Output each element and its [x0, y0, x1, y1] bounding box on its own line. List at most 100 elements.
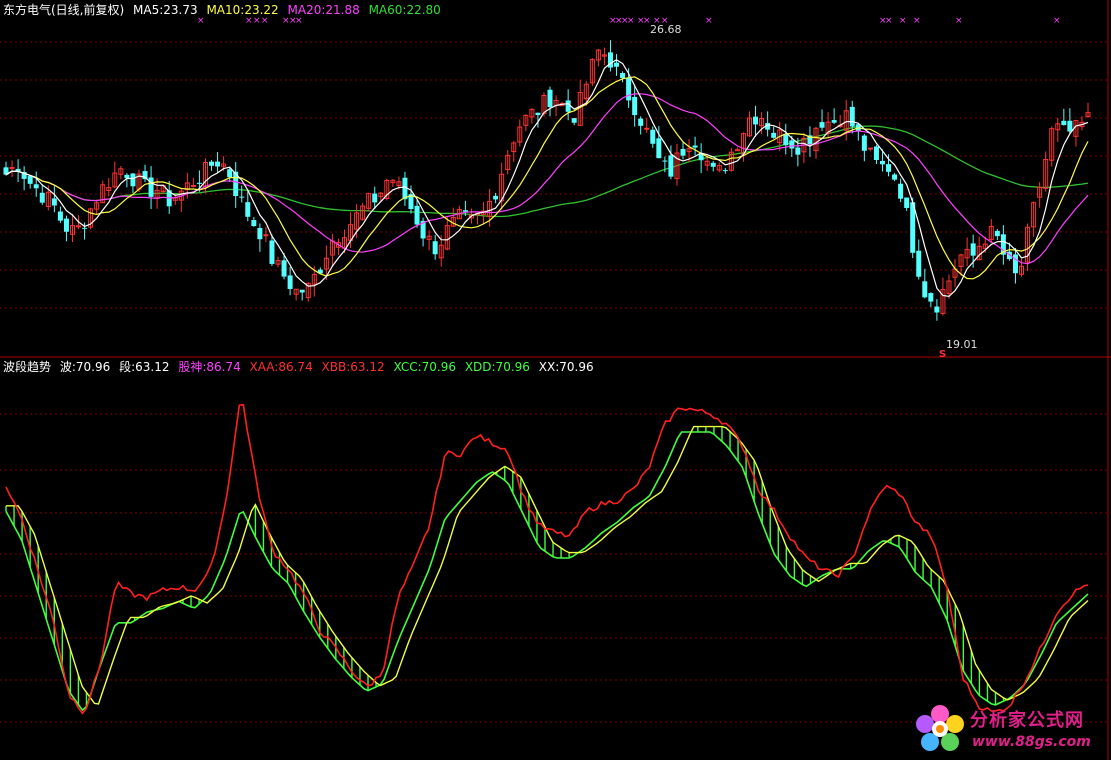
candle-body: [215, 161, 221, 167]
candle-body: [916, 250, 922, 277]
xcc-line: [5, 431, 1089, 712]
candle-body: [209, 161, 215, 166]
high-price-label: 26.68: [650, 23, 682, 36]
candle-body: [922, 281, 928, 298]
signal-mark-icon: ×: [197, 16, 205, 26]
candle-body: [879, 160, 885, 165]
candle-body: [898, 183, 904, 199]
signal-mark-icon: ×: [955, 16, 963, 26]
signal-mark-icon: ×: [261, 16, 269, 26]
watermark: 分析家公式网 www.88gs.com: [912, 700, 1108, 758]
low-marker: S: [939, 349, 946, 360]
candle-body: [535, 112, 541, 116]
xbb-readout: XBB:63.12: [321, 360, 385, 374]
candle-body: [789, 140, 795, 149]
indicator-title: 波段趋势: [3, 360, 52, 374]
stock-chart[interactable]: × × × × × ×× ×××× ×× × × × ×× × × × × 26.68 19.01 S: [0, 0, 1111, 760]
candle-body: [638, 118, 644, 126]
signal-mark-icon: ×: [913, 16, 921, 26]
signal-markers: × × × × × ×× ×××× ×× × × × ×× × × × ×: [197, 16, 1061, 26]
candle-body: [263, 234, 269, 237]
candle-body: [227, 169, 233, 178]
candle-body: [432, 241, 438, 255]
candle-body: [831, 120, 837, 123]
ma5-readout: MA5:23.73: [133, 3, 198, 17]
candle-body: [299, 289, 305, 293]
candle-body: [27, 176, 33, 184]
signal-mark-icon: ×: [1053, 16, 1061, 26]
candle-body: [190, 184, 196, 187]
candle-body: [39, 192, 45, 203]
candle-body: [82, 227, 88, 229]
stock-title: 东方电气(日线,前复权): [3, 3, 125, 17]
candle-body: [783, 133, 789, 146]
candle-body: [130, 173, 136, 187]
candle-body: [795, 147, 801, 155]
candle-body: [656, 138, 662, 159]
xaa-line: [5, 403, 1089, 715]
candle-body: [565, 100, 571, 112]
candle-body: [462, 210, 468, 212]
candle-body: [124, 174, 130, 178]
candle-body: [892, 174, 898, 180]
watermark-url: www.88gs.com: [972, 734, 1091, 750]
signal-mark-icon: ×: [253, 16, 261, 26]
candle-body: [148, 177, 154, 197]
xdd-line: [6, 425, 1089, 705]
flower-logo-icon: [916, 705, 964, 751]
gushen-readout: 股神:86.74: [178, 360, 241, 374]
candle-body: [51, 198, 57, 206]
candle-body: [849, 106, 855, 127]
candle-body: [372, 193, 378, 203]
candle-body: [680, 148, 686, 156]
candle-body: [57, 211, 63, 221]
candle-body: [644, 127, 650, 130]
candle-body: [668, 155, 674, 177]
price-panel-grid: [0, 41, 1108, 309]
candle-body: [33, 184, 39, 189]
candle-body: [547, 89, 553, 108]
duan-readout: 段:63.12: [119, 360, 170, 374]
xdd-readout: XDD:70.96: [464, 360, 530, 374]
indicator-lines: [5, 403, 1089, 715]
candle-body: [771, 132, 777, 138]
candle-body: [626, 77, 632, 101]
candle-body: [196, 182, 202, 184]
signal-mark-icon: ×: [899, 16, 907, 26]
candle-body: [734, 149, 740, 152]
candle-body: [928, 293, 934, 302]
candle-body: [239, 196, 245, 198]
candle-body: [722, 170, 728, 172]
signal-mark-icon: ×: [295, 16, 303, 26]
signal-mark-icon: ×: [885, 16, 893, 26]
candle-body: [970, 243, 976, 256]
candle-body: [493, 195, 499, 200]
candle-body: [63, 218, 69, 232]
price-panel-header: 东方电气(日线,前复权) MA5:23.73 MA10:23.22 MA20:2…: [3, 3, 446, 17]
candle-body: [1067, 120, 1073, 132]
candle-body: [257, 228, 263, 240]
candle-body: [571, 118, 577, 123]
candle-body: [753, 116, 759, 125]
candle-body: [904, 197, 910, 208]
candle-body: [662, 160, 668, 162]
xx-readout: XX:70.96: [538, 360, 594, 374]
moving-average-lines: [5, 59, 1089, 298]
ma20-readout: MA20:21.88: [287, 3, 360, 17]
candle-body: [692, 145, 698, 148]
candle-body: [886, 164, 892, 172]
signal-mark-icon: ×: [245, 16, 253, 26]
candle-body: [867, 147, 873, 150]
bo-readout: 波:70.96: [59, 360, 111, 374]
candle-body: [414, 205, 420, 225]
candle-body: [614, 62, 620, 67]
ma5-line: [5, 59, 1089, 298]
xcc-readout: XCC:70.96: [393, 360, 456, 374]
low-price-label: 19.01: [946, 338, 978, 351]
candle-body: [287, 275, 293, 289]
candle-body: [251, 220, 257, 227]
ma10-readout: MA10:23.22: [206, 3, 279, 17]
candle-body: [819, 122, 825, 128]
candle-body: [710, 162, 716, 167]
candle-body: [245, 202, 251, 217]
